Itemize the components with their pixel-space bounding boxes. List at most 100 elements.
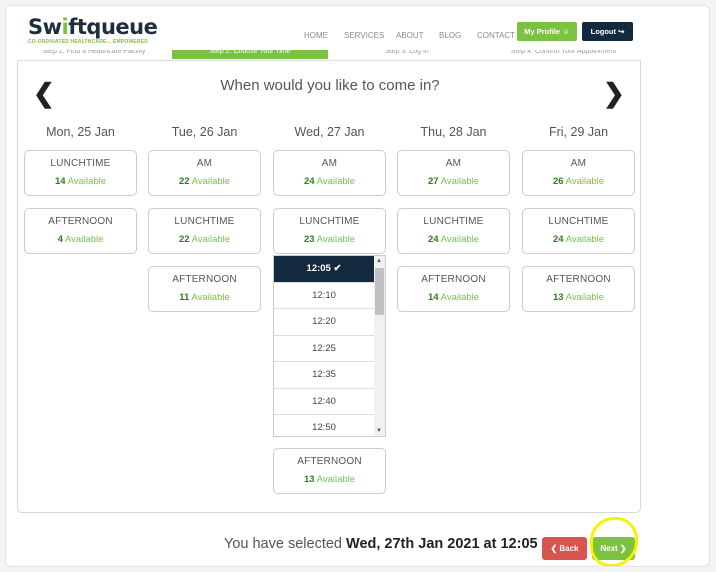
slot-fri-afternoon[interactable]: AFTERNOON 13 Available xyxy=(522,266,635,312)
slot-available-label: Available xyxy=(67,176,107,187)
slot-count: 14 xyxy=(427,292,439,303)
slot-availability: 23 Available xyxy=(274,234,385,245)
slot-name: LUNCHTIME xyxy=(423,216,484,227)
slot-wed-am[interactable]: AM 24 Available xyxy=(273,150,386,196)
slot-name: AM xyxy=(445,158,462,169)
time-option[interactable]: 12:20 xyxy=(274,309,374,336)
nav-about-link[interactable]: ABOUT xyxy=(396,31,424,40)
step-choose-time: Step 2: Choose Your Time xyxy=(172,50,328,59)
slot-available-label: Available xyxy=(191,292,230,303)
slot-name: AFTERNOON xyxy=(297,456,362,467)
next-week-arrow-icon[interactable]: ❯ xyxy=(603,78,625,109)
day-header-wed: Wed, 27 Jan xyxy=(294,125,365,139)
time-options-list[interactable]: 12:05 ✔ 12:10 12:20 12:25 12:35 12:40 12… xyxy=(273,255,386,437)
slot-tue-lunchtime[interactable]: LUNCHTIME 22 Available xyxy=(148,208,261,254)
slot-availability: 26 Available xyxy=(523,176,634,187)
time-list-scrollbar[interactable]: ▲ ▼ xyxy=(374,256,385,436)
slot-thu-lunchtime[interactable]: LUNCHTIME 24 Available xyxy=(397,208,510,254)
logo-wordmark: Swiftqueue xyxy=(28,15,158,39)
logo-text-pre: Sw xyxy=(28,15,62,39)
slot-name: LUNCHTIME xyxy=(548,216,609,227)
slot-wed-lunchtime[interactable]: LUNCHTIME 23 Available xyxy=(273,208,386,254)
scroll-up-arrow-icon[interactable]: ▲ xyxy=(376,258,382,264)
slot-availability: 24 Available xyxy=(523,234,634,245)
slot-available-label: Available xyxy=(316,176,356,187)
slot-available-label: Available xyxy=(191,234,231,245)
slot-available-label: Available xyxy=(440,234,480,245)
slot-name: AFTERNOON xyxy=(48,216,113,227)
slot-tue-afternoon[interactable]: AFTERNOON 11 Available xyxy=(148,266,261,312)
nav-contact-link[interactable]: CONTACT xyxy=(477,31,515,40)
slot-count: 11 xyxy=(179,292,190,303)
day-header-mon: Mon, 25 Jan xyxy=(46,125,115,139)
back-button[interactable]: ❮ Back xyxy=(542,537,587,560)
scroll-down-arrow-icon[interactable]: ▼ xyxy=(376,428,382,434)
day-header-tue: Tue, 26 Jan xyxy=(171,125,238,139)
day-header-fri: Fri, 29 Jan xyxy=(548,125,609,139)
logout-button[interactable]: Logout ↪ xyxy=(582,22,633,41)
time-option-selected[interactable]: 12:05 ✔ xyxy=(274,256,374,283)
logo-tagline: CO-ORDINATED HEALTHCARE... EMPOWERED xyxy=(28,39,149,45)
time-question-heading: When would you like to come in? xyxy=(220,77,440,94)
time-option[interactable]: 12:25 xyxy=(274,336,374,362)
slot-count: 26 xyxy=(552,176,564,187)
slot-available-label: Available xyxy=(565,176,605,187)
slot-thu-afternoon[interactable]: AFTERNOON 14 Available xyxy=(397,266,510,312)
slot-fri-am[interactable]: AM 26 Available xyxy=(522,150,635,196)
slot-availability: 24 Available xyxy=(274,176,385,187)
time-option[interactable]: 12:40 xyxy=(274,389,374,415)
slot-tue-am[interactable]: AM 22 Available xyxy=(148,150,261,196)
slot-thu-am[interactable]: AM 27 Available xyxy=(397,150,510,196)
slot-name: AM xyxy=(321,158,338,169)
slot-count: 24 xyxy=(427,234,439,245)
slot-availability: 4 Available xyxy=(25,234,136,245)
time-option[interactable]: 12:50 xyxy=(274,415,374,436)
slot-count: 24 xyxy=(303,176,315,187)
slot-available-label: Available xyxy=(316,234,356,245)
slot-name: LUNCHTIME xyxy=(174,216,235,227)
nav-blog-link[interactable]: BLOG xyxy=(439,31,461,40)
slot-count: 24 xyxy=(552,234,564,245)
selection-value: Wed, 27th Jan 2021 at 12:05 xyxy=(346,536,538,552)
slot-count: 13 xyxy=(303,474,315,485)
my-profile-button[interactable]: My Profile ☺ xyxy=(517,22,577,41)
slot-available-label: Available xyxy=(565,292,605,303)
slot-availability: 22 Available xyxy=(149,176,260,187)
step-log-in: Step 3: Log In xyxy=(385,50,429,55)
slot-available-label: Available xyxy=(440,176,480,187)
slot-availability: 27 Available xyxy=(398,176,509,187)
nav-home-link[interactable]: HOME xyxy=(304,31,328,40)
day-header-thu: Thu, 28 Jan xyxy=(420,125,487,139)
slot-availability: 14 Available xyxy=(398,292,509,303)
slot-name: AM xyxy=(570,158,587,169)
scrollbar-thumb[interactable] xyxy=(375,268,384,315)
selection-summary: You have selected Wed, 27th Jan 2021 at … xyxy=(224,536,538,552)
slot-mon-lunchtime[interactable]: LUNCHTIME 14 Available xyxy=(24,150,137,196)
slot-available-label: Available xyxy=(316,474,356,485)
slot-fri-lunchtime[interactable]: LUNCHTIME 24 Available xyxy=(522,208,635,254)
slot-availability: 14 Available xyxy=(25,176,136,187)
booking-steps: Step 1: Find a Healthcare Facility Step … xyxy=(17,50,641,61)
slot-count: 22 xyxy=(178,176,190,187)
slot-availability: 11 Available xyxy=(149,292,260,303)
slot-mon-afternoon[interactable]: AFTERNOON 4 Available xyxy=(24,208,137,254)
slot-count: 4 xyxy=(57,234,63,245)
slot-count: 14 xyxy=(54,176,66,187)
logo-text-post: ftqueue xyxy=(68,15,158,39)
time-option[interactable]: 12:35 xyxy=(274,362,374,389)
slot-wed-afternoon[interactable]: AFTERNOON 13 Available xyxy=(273,448,386,494)
slot-availability: 24 Available xyxy=(398,234,509,245)
swiftqueue-logo[interactable]: Swiftqueue CO-ORDINATED HEALTHCARE... EM… xyxy=(28,15,158,46)
slot-name: LUNCHTIME xyxy=(299,216,360,227)
slot-name: LUNCHTIME xyxy=(50,158,111,169)
slot-available-label: Available xyxy=(191,176,231,187)
time-option[interactable]: 12:10 xyxy=(274,283,374,309)
slot-availability: 13 Available xyxy=(274,474,385,485)
site-header: Swiftqueue CO-ORDINATED HEALTHCARE... EM… xyxy=(6,6,709,50)
app-window: Swiftqueue CO-ORDINATED HEALTHCARE... EM… xyxy=(5,5,710,567)
slot-name: AFTERNOON xyxy=(421,274,486,285)
nav-services-link[interactable]: SERVICES xyxy=(344,31,384,40)
slot-count: 13 xyxy=(552,292,564,303)
slot-available-label: Available xyxy=(565,234,605,245)
slot-availability: 13 Available xyxy=(523,292,634,303)
